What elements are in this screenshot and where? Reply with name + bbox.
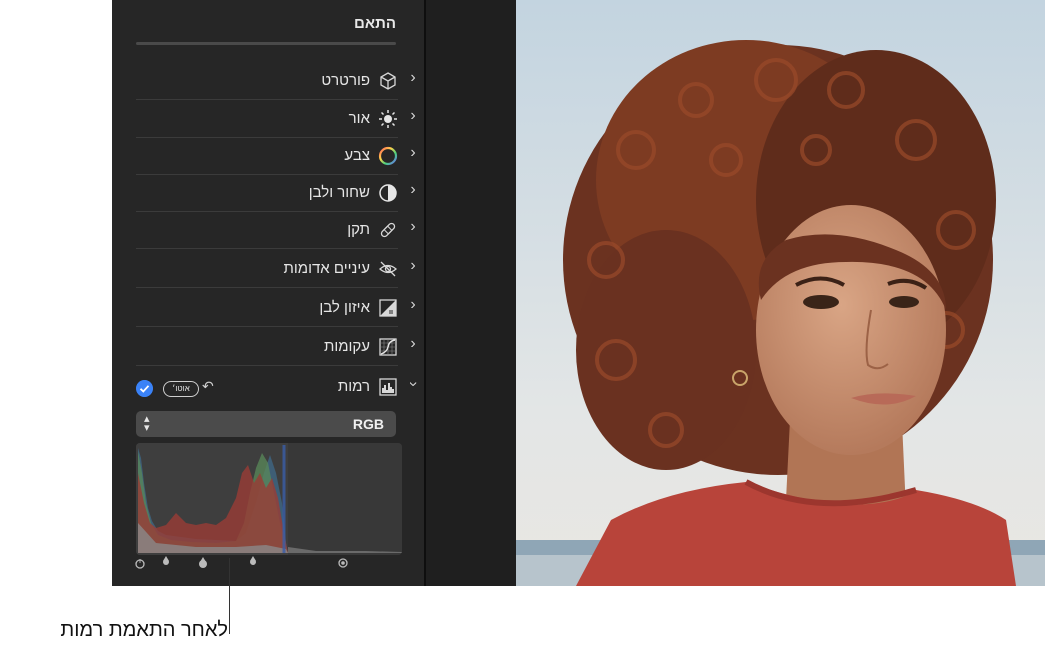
row-label: שחור ולבן [308, 184, 370, 201]
sun-icon [379, 110, 397, 128]
adjust-row-portrait[interactable]: פורטרט › [136, 62, 416, 100]
lower-quarter-handle[interactable] [199, 557, 207, 568]
portrait-photo [516, 0, 1045, 586]
undo-icon[interactable]: ↶ [202, 378, 214, 395]
panel-title: התאם [354, 15, 396, 32]
chevron-right-icon[interactable]: › [406, 70, 420, 86]
levels-icon [379, 378, 397, 396]
auto-button[interactable]: אוטו׳ [163, 381, 199, 397]
row-label: פורטרט [321, 72, 370, 89]
shadow-handle[interactable] [163, 556, 169, 565]
adjust-row-black-white[interactable]: שחור ולבן › [136, 174, 416, 212]
adjust-row-color[interactable]: צבע › [136, 137, 416, 175]
checkmark-icon[interactable] [136, 380, 153, 397]
chevron-right-icon[interactable]: › [406, 258, 420, 274]
chevron-right-icon[interactable]: › [406, 297, 420, 313]
white-point-handle[interactable] [338, 558, 348, 568]
canvas-background [426, 0, 516, 586]
adjust-row-retouch[interactable]: תקן › [136, 211, 416, 249]
row-label: אור [348, 110, 370, 127]
row-label: איזון לבן [319, 299, 370, 316]
chevron-down-icon[interactable]: › [405, 377, 422, 391]
adjust-row-curves[interactable]: עקומות › [136, 328, 416, 366]
half-circle-icon [379, 184, 397, 202]
histogram-graphic [136, 443, 402, 555]
curves-icon [379, 338, 397, 356]
black-point-handle[interactable] [135, 559, 145, 569]
midtone-handle[interactable] [250, 556, 256, 565]
chevron-right-icon[interactable]: › [406, 108, 420, 124]
levels-histogram[interactable] [136, 443, 402, 555]
title-divider [136, 42, 396, 45]
channel-select[interactable]: ▴ ▾ RGB [136, 411, 396, 437]
callout-leader-line [229, 558, 230, 634]
row-label: עיניים אדומות [283, 260, 371, 277]
row-label: עקומות [323, 338, 370, 355]
row-label: תקן [347, 221, 370, 238]
adjust-row-red-eye[interactable]: עיניים אדומות › [136, 250, 416, 288]
row-label: צבע [344, 147, 370, 164]
levels-handles[interactable] [130, 552, 350, 572]
callout-caption: לאחר התאמת רמות [60, 619, 228, 641]
white-balance-icon [379, 299, 397, 317]
chevron-right-icon[interactable]: › [406, 219, 420, 235]
levels-toolbar: אוטו׳ ↶ [136, 376, 256, 400]
chevron-up-down-icon: ▴ ▾ [144, 413, 150, 434]
cube-icon [380, 72, 396, 90]
row-label: רמות [337, 378, 370, 395]
chevron-right-icon[interactable]: › [406, 145, 420, 161]
photos-app-window: התאם פורטרט › אור › צבע › שחור ולבן › תק… [112, 0, 1045, 586]
adjust-row-white-balance[interactable]: איזון לבן › [136, 289, 416, 327]
photo-preview [516, 0, 1045, 586]
color-wheel-icon [378, 146, 398, 166]
adjust-row-light[interactable]: אור › [136, 100, 416, 138]
adjust-sidebar: התאם פורטרט › אור › צבע › שחור ולבן › תק… [112, 0, 424, 586]
bandage-icon [380, 222, 396, 238]
chevron-right-icon[interactable]: › [406, 182, 420, 198]
eye-slash-icon [379, 261, 397, 277]
chevron-right-icon[interactable]: › [406, 336, 420, 352]
channel-value: RGB [352, 416, 384, 432]
